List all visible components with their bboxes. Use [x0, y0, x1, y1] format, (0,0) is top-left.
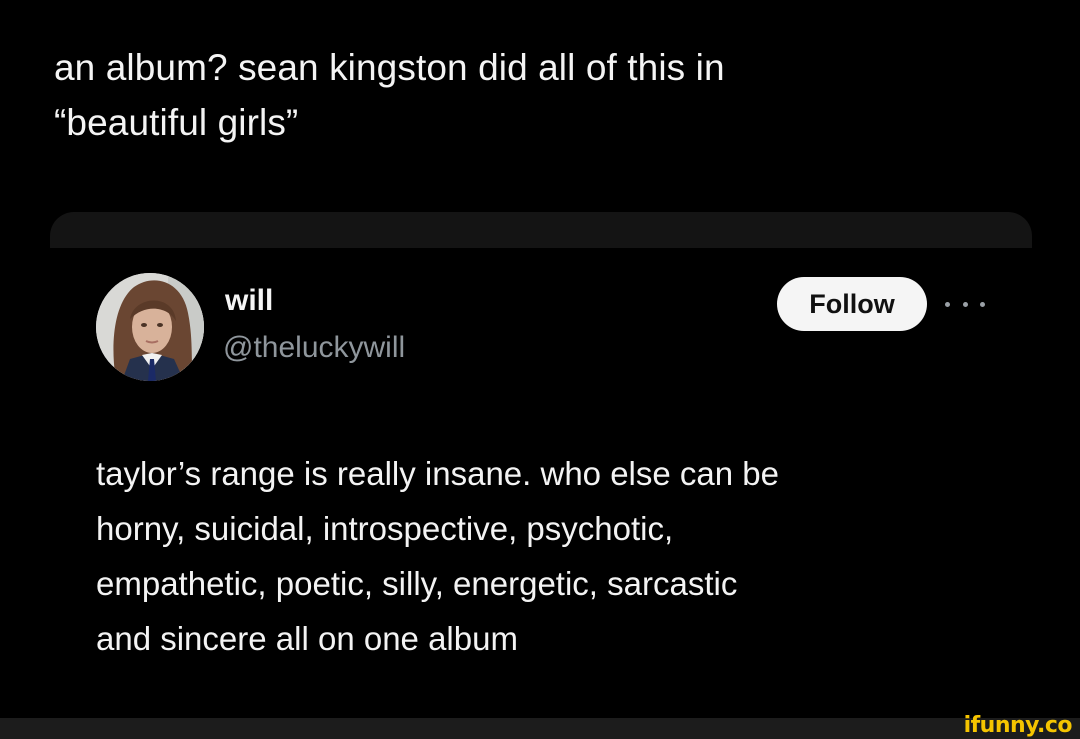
ifunny-watermark: ifunny.co: [963, 713, 1073, 738]
follow-button[interactable]: Follow: [777, 277, 927, 331]
avatar-image: [96, 273, 204, 381]
tweet-line: and sincere all on one album: [96, 620, 518, 657]
tweet-line: empathetic, poetic, silly, energetic, sa…: [96, 565, 738, 602]
tweet-line: taylor’s range is really insane. who els…: [96, 455, 779, 492]
more-dot: [980, 301, 985, 307]
avatar[interactable]: [96, 273, 204, 381]
more-horizontal-icon[interactable]: [945, 294, 985, 314]
caption-text: an album? sean kingston did all of this …: [54, 40, 1014, 150]
footer-bar: [0, 718, 1080, 739]
tweet-text: taylor’s range is really insane. who els…: [96, 446, 996, 666]
caption-line-2: “beautiful girls”: [54, 102, 299, 143]
more-dot: [945, 301, 950, 307]
caption-line-1: an album? sean kingston did all of this …: [54, 47, 725, 88]
author-handle[interactable]: @theluckywill: [223, 331, 405, 365]
embedded-tweet-top-edge: [50, 212, 1032, 248]
author-display-name[interactable]: will: [225, 284, 273, 318]
more-dot: [962, 301, 968, 307]
tweet-line: horny, suicidal, introspective, psychoti…: [96, 510, 674, 547]
